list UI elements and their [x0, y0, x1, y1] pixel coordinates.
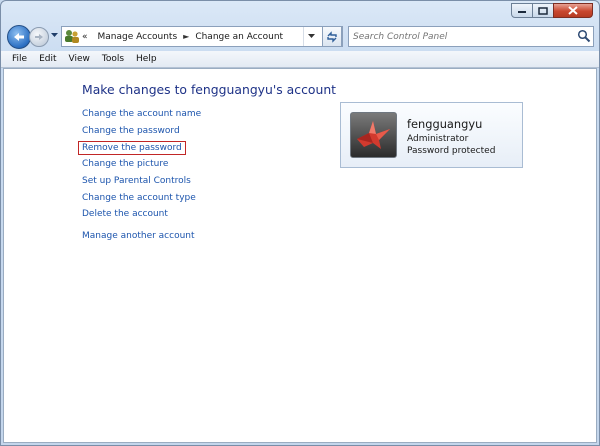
origami-crane-picture: [351, 113, 396, 157]
minimize-button[interactable]: [511, 3, 533, 18]
maximize-button[interactable]: [532, 3, 554, 18]
menu-help[interactable]: Help: [130, 51, 163, 67]
menu-view[interactable]: View: [63, 51, 96, 67]
delete-account-link[interactable]: Delete the account: [82, 209, 168, 219]
navigation-bar: « Manage Accounts ► Change an Account: [1, 23, 599, 51]
menu-tools[interactable]: Tools: [96, 51, 130, 67]
refresh-icon: [327, 30, 337, 43]
forward-button[interactable]: [29, 27, 49, 47]
password-status: Password protected: [407, 146, 496, 156]
recent-pages-button[interactable]: [50, 31, 58, 39]
change-account-name-link[interactable]: Change the account name: [82, 109, 201, 119]
address-bar[interactable]: « Manage Accounts ► Change an Account: [61, 26, 343, 47]
page-title: Make changes to fengguangyu's account: [82, 82, 337, 97]
breadcrumb-separator[interactable]: ►: [183, 32, 189, 41]
menu-bar: File Edit View Tools Help: [1, 51, 599, 68]
avatar: [350, 112, 397, 158]
manage-another-account-link[interactable]: Manage another account: [82, 231, 195, 241]
back-arrow-icon: [14, 33, 24, 41]
breadcrumb: « Manage Accounts ► Change an Account: [82, 27, 283, 46]
chevron-down-icon: [307, 34, 315, 38]
search-icon[interactable]: [577, 29, 591, 43]
chevron-down-icon: [50, 32, 58, 37]
window-controls: [511, 3, 593, 18]
address-dropdown-button[interactable]: [303, 27, 318, 46]
menu-file[interactable]: File: [1, 51, 33, 67]
menu-edit[interactable]: Edit: [33, 51, 62, 67]
forward-arrow-icon: [35, 34, 43, 40]
account-type: Administrator: [407, 134, 469, 144]
parental-controls-link[interactable]: Set up Parental Controls: [82, 176, 191, 186]
breadcrumb-overflow[interactable]: «: [82, 32, 88, 42]
change-account-type-link[interactable]: Change the account type: [82, 193, 196, 203]
maximize-icon: [538, 6, 548, 15]
close-button[interactable]: [553, 3, 593, 18]
breadcrumb-change-account[interactable]: Change an Account: [195, 32, 283, 42]
refresh-button[interactable]: [322, 26, 342, 47]
change-password-link[interactable]: Change the password: [82, 126, 180, 136]
control-panel-window: « Manage Accounts ► Change an Account Se…: [0, 0, 600, 446]
search-input[interactable]: [349, 27, 575, 46]
minimize-icon: [518, 10, 526, 13]
main-content: Make changes to fengguangyu's account Ch…: [3, 68, 597, 443]
back-button[interactable]: [7, 25, 31, 49]
remove-password-link[interactable]: Remove the password: [78, 141, 186, 155]
account-card: fengguangyu Administrator Password prote…: [340, 102, 523, 168]
search-box: [348, 26, 594, 47]
user-accounts-icon: [65, 30, 79, 43]
account-name: fengguangyu: [407, 117, 483, 131]
breadcrumb-manage-accounts[interactable]: Manage Accounts: [98, 32, 178, 42]
change-picture-link[interactable]: Change the picture: [82, 159, 168, 169]
close-icon: [568, 6, 578, 15]
